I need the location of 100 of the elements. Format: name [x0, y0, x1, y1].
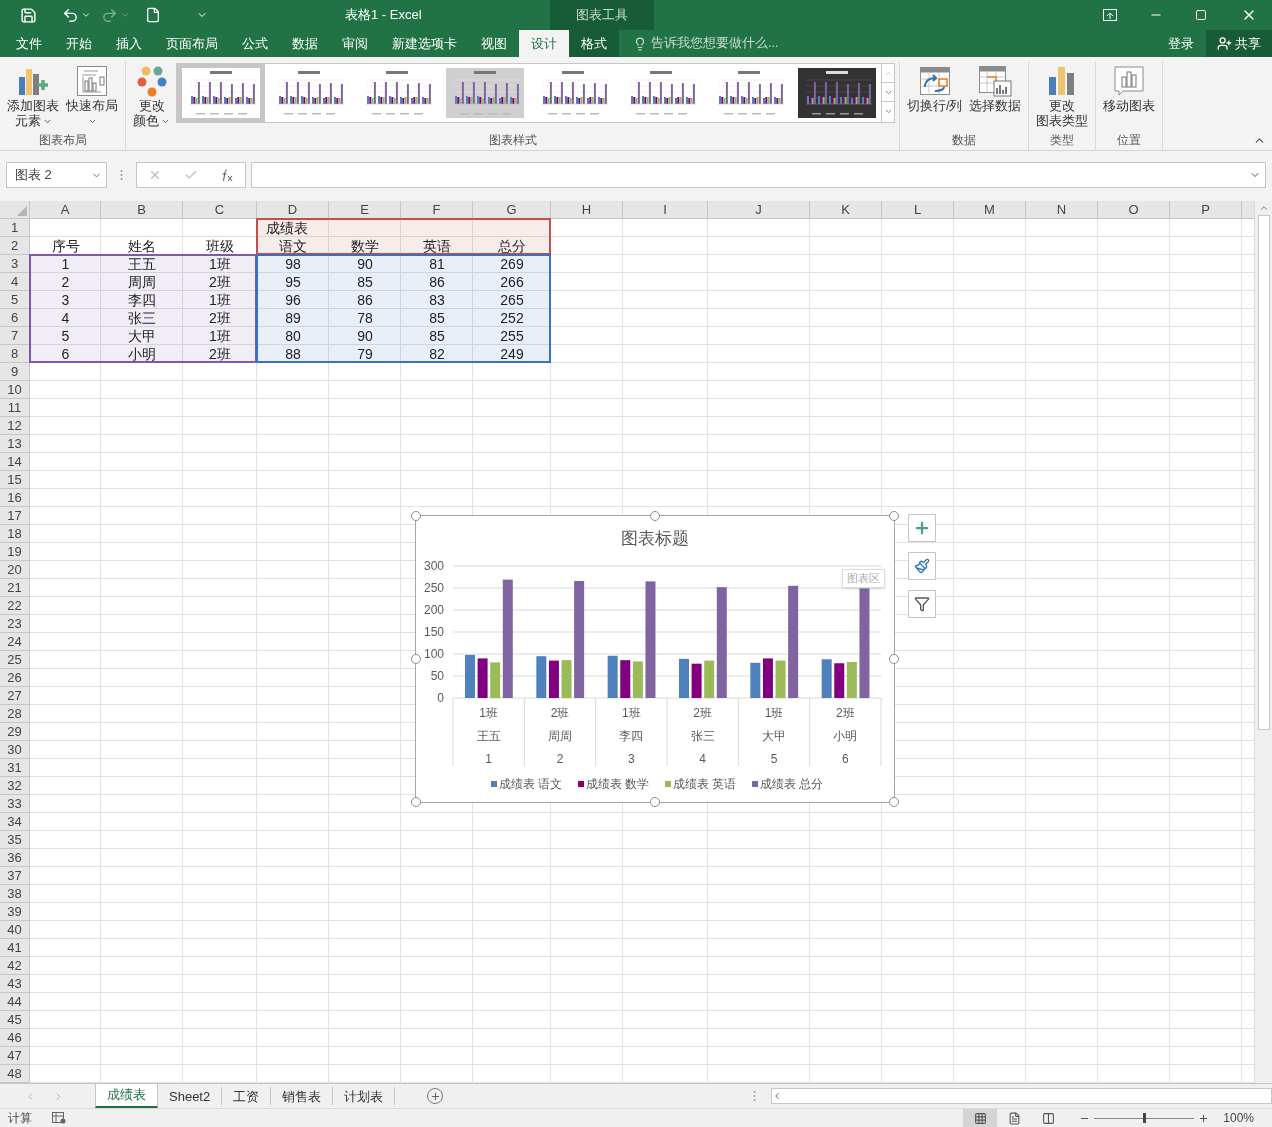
row-header[interactable]: 29	[0, 723, 30, 741]
column-header[interactable]: G	[473, 201, 551, 219]
row-header[interactable]: 8	[0, 345, 30, 363]
save-icon[interactable]	[20, 6, 37, 24]
ribbon-tab[interactable]: 开始	[54, 30, 104, 57]
share-button[interactable]: 共享	[1206, 30, 1272, 57]
caret-icon[interactable]	[81, 10, 91, 20]
row-header[interactable]: 36	[0, 849, 30, 867]
confirm-icon[interactable]	[184, 168, 198, 182]
row-header[interactable]: 4	[0, 273, 30, 291]
ribbon-tab[interactable]: 视图	[469, 30, 519, 57]
undo-icon[interactable]	[62, 6, 79, 24]
row-header[interactable]: 25	[0, 651, 30, 669]
row-header[interactable]: 19	[0, 543, 30, 561]
ribbon-tab[interactable]: 数据	[280, 30, 330, 57]
bar[interactable]	[548, 660, 559, 698]
row-header[interactable]: 22	[0, 597, 30, 615]
resize-handle[interactable]	[889, 511, 899, 521]
resize-handle[interactable]	[411, 797, 421, 807]
sheet-tab[interactable]: 工资	[222, 1087, 272, 1105]
column-header[interactable]: C	[183, 201, 257, 219]
ribbon-tab[interactable]: 设计	[519, 30, 569, 57]
ribbon-display-icon[interactable]	[1103, 9, 1117, 21]
zoom-in-icon[interactable]	[1198, 1112, 1210, 1124]
new-file-icon[interactable]	[145, 7, 161, 23]
row-header[interactable]: 16	[0, 489, 30, 507]
macro-record-icon[interactable]	[52, 1112, 66, 1124]
row-header[interactable]: 3	[0, 255, 30, 273]
name-box[interactable]: 图表 2	[6, 162, 107, 188]
sign-in-link[interactable]: 登录	[1168, 30, 1194, 57]
ribbon-tab[interactable]: 新建选项卡	[380, 30, 469, 57]
legend-label[interactable]: 成绩表 数学	[586, 777, 650, 791]
legend-label[interactable]: 成绩表 语文	[499, 777, 563, 791]
row-header[interactable]: 40	[0, 921, 30, 939]
ribbon-button[interactable]: 切换行/列	[904, 61, 966, 129]
column-header[interactable]: B	[101, 201, 183, 219]
row-header[interactable]: 27	[0, 687, 30, 705]
row-header[interactable]: 39	[0, 903, 30, 921]
legend-label[interactable]: 成绩表 总分	[760, 777, 824, 791]
maximize-icon[interactable]	[1195, 9, 1207, 21]
bar[interactable]	[620, 660, 631, 698]
row-header[interactable]: 11	[0, 399, 30, 417]
row-header[interactable]: 23	[0, 615, 30, 633]
row-header[interactable]: 33	[0, 795, 30, 813]
ribbon-tab[interactable]: 公式	[230, 30, 280, 57]
row-header[interactable]: 28	[0, 705, 30, 723]
column-header[interactable]: L	[882, 201, 954, 219]
sheet-tab[interactable]: 成绩表	[95, 1084, 158, 1108]
bar[interactable]	[834, 663, 845, 698]
column-header[interactable]: O	[1098, 201, 1170, 219]
bar[interactable]	[477, 658, 488, 698]
chart-styles-button[interactable]	[908, 552, 936, 580]
cancel-icon[interactable]	[148, 168, 162, 182]
column-header[interactable]: E	[329, 201, 401, 219]
ribbon-button[interactable]: 更改 颜色	[130, 61, 173, 129]
resize-handle[interactable]	[889, 797, 899, 807]
resize-handle[interactable]	[650, 511, 660, 521]
view-button[interactable]	[963, 1108, 998, 1127]
row-header[interactable]: 21	[0, 579, 30, 597]
sheet-tab[interactable]: 计划表	[333, 1087, 396, 1105]
row-header[interactable]: 17	[0, 507, 30, 525]
row-header[interactable]: 48	[0, 1065, 30, 1083]
ribbon-button[interactable]: 快速布局	[63, 61, 121, 129]
resize-handle[interactable]	[411, 654, 421, 664]
bar[interactable]	[716, 587, 727, 698]
tell-me-field[interactable]: 告诉我您想要做什么...	[651, 34, 851, 53]
row-header[interactable]: 13	[0, 435, 30, 453]
row-header[interactable]: 2	[0, 237, 30, 255]
column-header[interactable]: J	[708, 201, 810, 219]
grip-dots-icon[interactable]	[753, 1090, 757, 1102]
row-header[interactable]: 47	[0, 1047, 30, 1065]
row-header[interactable]: 41	[0, 939, 30, 957]
column-header[interactable]: I	[623, 201, 708, 219]
ribbon-tab[interactable]: 页面布局	[154, 30, 230, 57]
row-header[interactable]: 34	[0, 813, 30, 831]
function-icon[interactable]	[220, 168, 234, 182]
row-header[interactable]: 15	[0, 471, 30, 489]
column-header[interactable]: A	[30, 201, 101, 219]
row-header[interactable]: 35	[0, 831, 30, 849]
vertical-scrollbar[interactable]	[1254, 201, 1272, 1083]
bar[interactable]	[574, 580, 585, 698]
legend-label[interactable]: 成绩表 英语	[673, 777, 737, 791]
row-header[interactable]: 32	[0, 777, 30, 795]
ribbon-tab[interactable]: 插入	[104, 30, 154, 57]
column-header[interactable]: M	[954, 201, 1026, 219]
chevron-up-icon[interactable]	[1258, 203, 1269, 213]
zoom-slider[interactable]	[1094, 1113, 1195, 1123]
row-header[interactable]: 24	[0, 633, 30, 651]
row-header[interactable]: 26	[0, 669, 30, 687]
bar[interactable]	[691, 663, 702, 698]
resize-handle[interactable]	[650, 797, 660, 807]
ribbon-button[interactable]: 更改 图表类型	[1033, 61, 1092, 129]
row-header[interactable]: 37	[0, 867, 30, 885]
column-header[interactable]: K	[810, 201, 882, 219]
column-header[interactable]: D	[257, 201, 329, 219]
row-header[interactable]: 46	[0, 1029, 30, 1047]
column-header[interactable]: N	[1026, 201, 1098, 219]
horizontal-scrollbar[interactable]	[771, 1088, 1272, 1104]
column-header[interactable]: P	[1170, 201, 1242, 219]
column-header[interactable]: F	[401, 201, 473, 219]
